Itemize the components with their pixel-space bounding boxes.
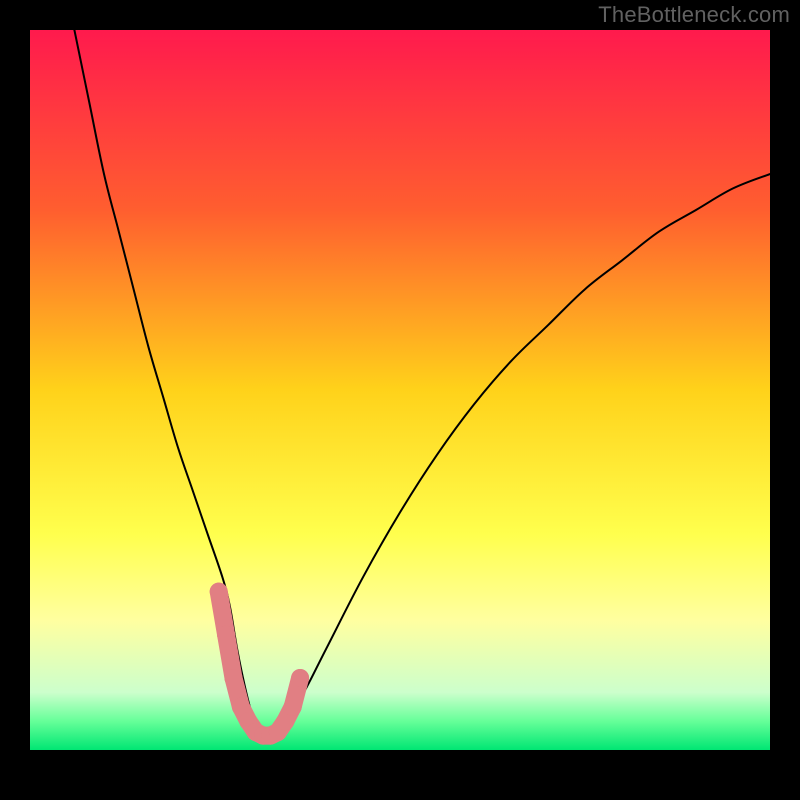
highlight-marker <box>291 669 309 687</box>
gradient-background <box>30 30 770 750</box>
chart-svg <box>30 30 770 750</box>
watermark-text: TheBottleneck.com <box>598 2 790 28</box>
chart-frame: TheBottleneck.com <box>0 0 800 800</box>
plot-area <box>30 30 770 750</box>
